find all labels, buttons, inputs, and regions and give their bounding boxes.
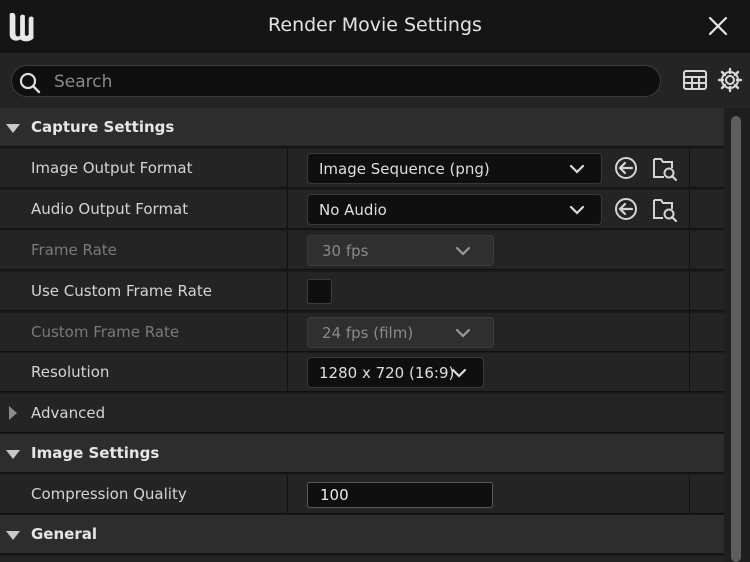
group-advanced[interactable]: Advanced xyxy=(0,394,724,433)
gear-icon[interactable] xyxy=(717,67,743,93)
window-title: Render Movie Settings xyxy=(268,14,482,36)
property-label: Audio Output Format xyxy=(31,200,189,218)
dropdown-value: 30 fps xyxy=(322,242,369,260)
column-divider xyxy=(287,272,288,311)
browse-folder-icon[interactable] xyxy=(652,195,678,223)
resolution-dropdown[interactable]: 1280 x 720 (16:9) xyxy=(307,357,484,388)
details-panel: Capture Settings Image Output Format Ima… xyxy=(0,108,750,562)
browse-folder-icon[interactable] xyxy=(652,154,678,182)
property-image-output-format: Image Output Format Image Sequence (png) xyxy=(0,149,724,188)
chevron-down-icon xyxy=(569,205,585,215)
group-label: Advanced xyxy=(31,404,106,422)
dropdown-value: 24 fps (film) xyxy=(322,324,414,342)
close-icon[interactable] xyxy=(708,16,728,36)
audio-output-format-dropdown[interactable]: No Audio xyxy=(307,194,602,225)
column-divider xyxy=(689,190,690,229)
property-frame-rate: Frame Rate 30 fps xyxy=(0,231,724,270)
search-box[interactable] xyxy=(11,65,661,97)
property-compression-quality: Compression Quality 100 xyxy=(0,475,724,514)
chevron-down-icon xyxy=(569,164,585,174)
category-capture-settings[interactable]: Capture Settings xyxy=(0,108,724,147)
caret-down-icon[interactable] xyxy=(6,122,20,134)
chevron-down-icon xyxy=(451,368,467,378)
property-audio-output-format: Audio Output Format No Audio xyxy=(0,190,724,229)
table-view-icon[interactable] xyxy=(682,67,708,93)
property-label: Frame Rate xyxy=(31,241,117,259)
reset-to-default-icon[interactable] xyxy=(613,195,639,223)
column-divider xyxy=(689,272,690,311)
column-divider xyxy=(287,231,288,270)
property-label: Custom Frame Rate xyxy=(31,323,180,341)
column-divider xyxy=(287,190,288,229)
dropdown-value: 1280 x 720 (16:9) xyxy=(319,364,455,382)
chevron-down-icon xyxy=(455,246,471,256)
caret-down-icon[interactable] xyxy=(6,448,20,460)
property-resolution: Resolution 1280 x 720 (16:9) xyxy=(0,353,724,392)
reset-to-default-icon[interactable] xyxy=(613,154,639,182)
search-input[interactable] xyxy=(52,67,656,97)
caret-down-icon[interactable] xyxy=(6,529,20,541)
property-row-partial xyxy=(0,556,724,562)
column-divider xyxy=(287,149,288,188)
use-custom-frame-rate-checkbox[interactable] xyxy=(307,279,332,304)
dropdown-value: No Audio xyxy=(319,201,387,219)
property-custom-frame-rate: Custom Frame Rate 24 fps (film) xyxy=(0,313,724,352)
frame-rate-dropdown: 30 fps xyxy=(307,235,494,266)
dropdown-value: Image Sequence (png) xyxy=(319,160,490,178)
column-divider xyxy=(287,475,288,514)
category-label: General xyxy=(31,525,97,543)
column-divider xyxy=(689,475,690,514)
custom-frame-rate-dropdown: 24 fps (film) xyxy=(307,317,494,348)
column-divider xyxy=(689,313,690,352)
category-label: Image Settings xyxy=(31,444,160,462)
column-divider xyxy=(689,231,690,270)
property-label: Resolution xyxy=(31,363,110,381)
property-use-custom-frame-rate: Use Custom Frame Rate xyxy=(0,272,724,311)
image-output-format-dropdown[interactable]: Image Sequence (png) xyxy=(307,153,602,184)
caret-right-icon[interactable] xyxy=(8,406,18,420)
title-bar: Render Movie Settings xyxy=(0,0,750,53)
scrollbar-thumb[interactable] xyxy=(731,116,741,562)
toolbar xyxy=(0,53,750,108)
category-label: Capture Settings xyxy=(31,118,175,136)
category-image-settings[interactable]: Image Settings xyxy=(0,434,724,473)
compression-quality-input[interactable]: 100 xyxy=(307,482,493,508)
column-divider xyxy=(689,149,690,188)
column-divider xyxy=(287,313,288,352)
property-label: Image Output Format xyxy=(31,159,193,177)
category-general[interactable]: General xyxy=(0,515,724,554)
property-label: Use Custom Frame Rate xyxy=(31,282,212,300)
column-divider xyxy=(689,353,690,392)
property-label: Compression Quality xyxy=(31,485,187,503)
chevron-down-icon xyxy=(455,328,471,338)
search-icon xyxy=(19,72,41,94)
column-divider xyxy=(287,353,288,392)
